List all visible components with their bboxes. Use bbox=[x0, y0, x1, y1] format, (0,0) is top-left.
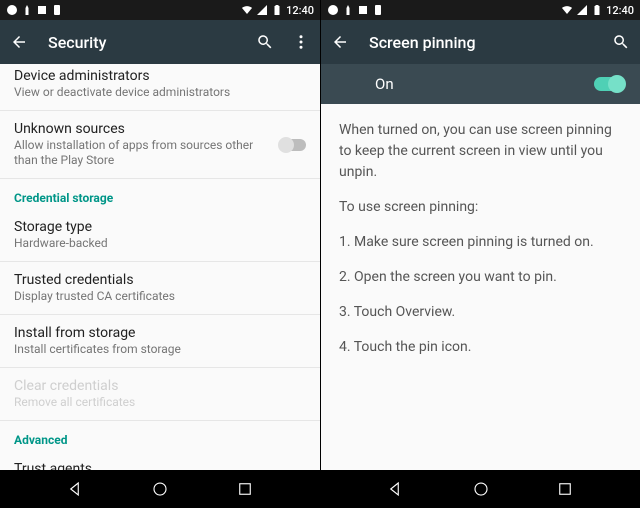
status-icon bbox=[51, 4, 63, 16]
info-intro: When turned on, you can use screen pinni… bbox=[339, 120, 622, 183]
overflow-icon[interactable] bbox=[292, 33, 310, 51]
nav-overview-icon[interactable] bbox=[236, 480, 254, 498]
nav-home-icon[interactable] bbox=[472, 480, 490, 498]
item-title: Install from storage bbox=[14, 325, 306, 341]
nav-bar bbox=[0, 470, 320, 508]
page-title: Security bbox=[48, 33, 106, 52]
nav-overview-icon[interactable] bbox=[556, 480, 574, 498]
item-subtitle: Display trusted CA certificates bbox=[14, 289, 306, 304]
info-step-4: 4. Touch the pin icon. bbox=[339, 337, 622, 358]
item-unknown-sources[interactable]: Unknown sources Allow installation of ap… bbox=[0, 111, 320, 179]
status-icon bbox=[36, 4, 48, 16]
item-title: Trusted credentials bbox=[14, 272, 306, 288]
status-icon bbox=[342, 4, 354, 16]
page-title: Screen pinning bbox=[369, 33, 476, 52]
status-clock: 12:40 bbox=[606, 4, 634, 17]
search-icon[interactable] bbox=[256, 33, 274, 51]
toggle-unknown-sources[interactable] bbox=[280, 139, 306, 151]
settings-list: Device administrators View or deactivate… bbox=[0, 64, 320, 470]
nav-back-icon[interactable] bbox=[387, 480, 405, 498]
signal-icon bbox=[256, 4, 268, 16]
signal-icon bbox=[576, 4, 588, 16]
master-toggle-bar: On bbox=[321, 64, 640, 104]
item-title: Storage type bbox=[14, 219, 306, 235]
item-device-administrators[interactable]: Device administrators View or deactivate… bbox=[0, 64, 320, 111]
item-subtitle: View or deactivate device administrators bbox=[14, 85, 306, 100]
item-title: Trust agents bbox=[14, 461, 306, 470]
status-bar: 12:40 bbox=[0, 0, 320, 20]
item-title: Device administrators bbox=[14, 68, 306, 84]
back-icon[interactable] bbox=[10, 33, 28, 51]
info-step-2: 2. Open the screen you want to pin. bbox=[339, 267, 622, 288]
item-subtitle: Install certificates from storage bbox=[14, 342, 306, 357]
nav-home-icon[interactable] bbox=[151, 480, 169, 498]
nav-bar bbox=[321, 470, 640, 508]
wifi-icon bbox=[561, 4, 573, 16]
status-icon bbox=[21, 4, 33, 16]
battery-icon bbox=[271, 4, 283, 16]
screen-security: 12:40 Security Device administrators Vie… bbox=[0, 0, 320, 508]
status-icon bbox=[372, 4, 384, 16]
info-panel: When turned on, you can use screen pinni… bbox=[321, 104, 640, 470]
info-howto: To use screen pinning: bbox=[339, 197, 622, 218]
item-subtitle: Allow installation of apps from sources … bbox=[14, 138, 272, 168]
item-trusted-credentials[interactable]: Trusted credentials Display trusted CA c… bbox=[0, 262, 320, 315]
item-storage-type[interactable]: Storage type Hardware-backed bbox=[0, 209, 320, 262]
nav-back-icon[interactable] bbox=[67, 480, 85, 498]
status-icon bbox=[327, 4, 339, 16]
item-trust-agents[interactable]: Trust agents View or deactivate trust ag… bbox=[0, 451, 320, 470]
back-icon[interactable] bbox=[331, 33, 349, 51]
info-step-1: 1. Make sure screen pinning is turned on… bbox=[339, 232, 622, 253]
app-bar: Security bbox=[0, 20, 320, 64]
toggle-screen-pinning[interactable] bbox=[594, 77, 624, 91]
status-icon bbox=[6, 4, 18, 16]
wifi-icon bbox=[241, 4, 253, 16]
item-install-from-storage[interactable]: Install from storage Install certificate… bbox=[0, 315, 320, 368]
info-step-3: 3. Touch Overview. bbox=[339, 302, 622, 323]
search-icon[interactable] bbox=[612, 33, 630, 51]
item-subtitle: Remove all certificates bbox=[14, 395, 306, 410]
status-clock: 12:40 bbox=[286, 4, 314, 17]
item-subtitle: Hardware-backed bbox=[14, 236, 306, 251]
status-icon bbox=[357, 4, 369, 16]
screen-screen-pinning: 12:40 Screen pinning On When turned on, … bbox=[320, 0, 640, 508]
section-advanced: Advanced bbox=[0, 421, 320, 451]
app-bar: Screen pinning bbox=[321, 20, 640, 64]
item-title: Unknown sources bbox=[14, 121, 272, 137]
status-bar: 12:40 bbox=[321, 0, 640, 20]
section-credential-storage: Credential storage bbox=[0, 179, 320, 209]
item-title: Clear credentials bbox=[14, 378, 306, 394]
item-clear-credentials: Clear credentials Remove all certificate… bbox=[0, 368, 320, 421]
battery-icon bbox=[591, 4, 603, 16]
toggle-label: On bbox=[375, 75, 394, 93]
